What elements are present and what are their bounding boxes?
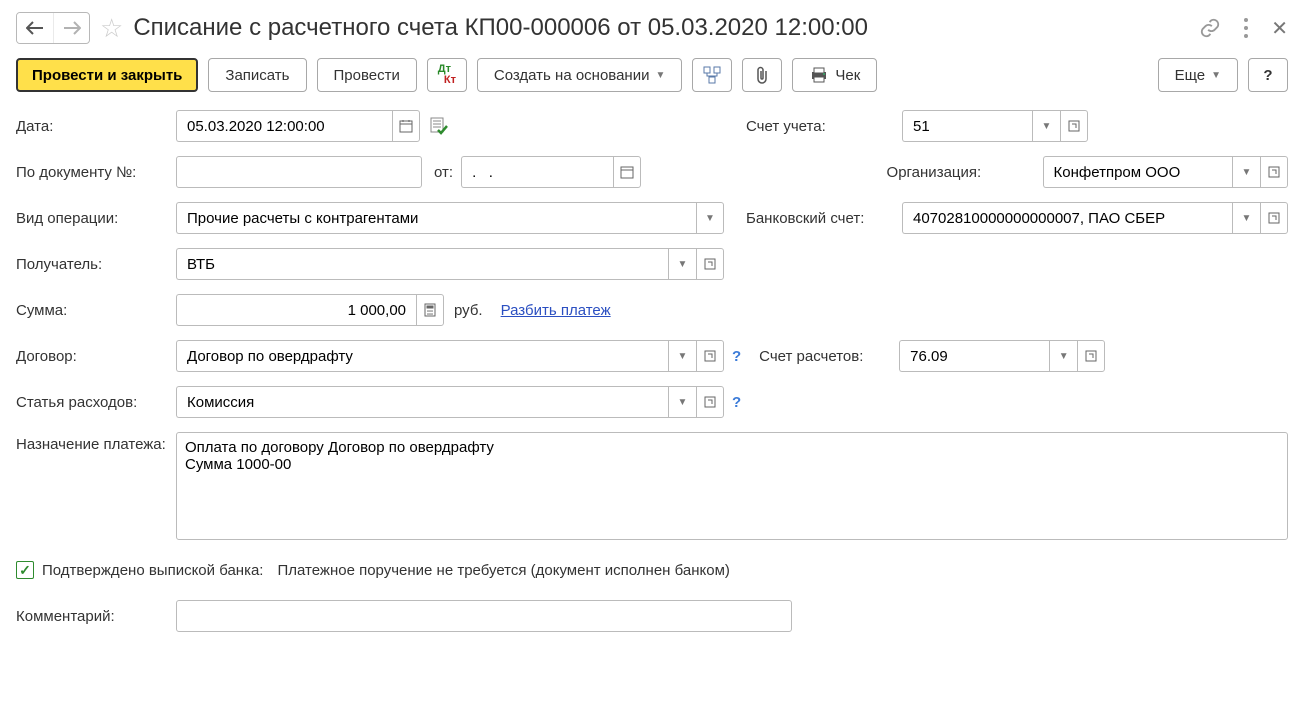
more-label: Еще: [1175, 67, 1206, 84]
chevron-down-icon: ▼: [655, 70, 665, 81]
nav-forward-button[interactable]: [53, 13, 89, 43]
from-input[interactable]: [470, 163, 605, 182]
account-field[interactable]: ▼: [902, 110, 1088, 142]
check-label: Чек: [835, 67, 860, 84]
docno-input[interactable]: [185, 163, 413, 182]
contract-field[interactable]: ▼: [176, 340, 724, 372]
dropdown-icon[interactable]: ▼: [668, 248, 696, 280]
optype-field[interactable]: ▼: [176, 202, 724, 234]
calculator-icon[interactable]: [416, 294, 444, 326]
amount-label: Сумма:: [16, 302, 176, 319]
help-button[interactable]: ?: [1248, 58, 1288, 92]
create-based-on-button[interactable]: Создать на основании ▼: [477, 58, 683, 92]
expense-field[interactable]: ▼: [176, 386, 724, 418]
page-title: Списание с расчетного счета КП00-000006 …: [133, 14, 1177, 42]
nav-buttons: [16, 12, 90, 44]
create-based-label: Создать на основании: [494, 67, 650, 84]
post-and-close-button[interactable]: Провести и закрыть: [16, 58, 198, 92]
open-icon[interactable]: [1060, 110, 1088, 142]
recipient-label: Получатель:: [16, 256, 176, 273]
link-icon[interactable]: [1199, 17, 1221, 39]
form: Дата: Счет учета: ▼ По документу №: от:: [16, 110, 1288, 632]
comment-field[interactable]: [176, 600, 792, 632]
expense-input[interactable]: [185, 393, 660, 412]
recipient-input[interactable]: [185, 255, 660, 274]
calendar-icon[interactable]: [613, 156, 641, 188]
comment-input[interactable]: [185, 607, 783, 626]
docno-label: По документу №:: [16, 164, 176, 181]
help-icon[interactable]: ?: [732, 394, 741, 411]
chevron-down-icon: ▼: [1211, 70, 1221, 81]
dropdown-icon[interactable]: ▼: [668, 340, 696, 372]
confirmed-note: Платежное поручение не требуется (докуме…: [277, 562, 729, 579]
attach-button[interactable]: [742, 58, 782, 92]
org-field[interactable]: ▼: [1043, 156, 1288, 188]
split-payment-link[interactable]: Разбить платеж: [501, 302, 611, 319]
org-label: Организация:: [887, 164, 1043, 181]
optype-input[interactable]: [185, 209, 688, 228]
dropdown-icon[interactable]: ▼: [1232, 156, 1260, 188]
favorite-star-icon[interactable]: ☆: [100, 13, 123, 44]
from-field[interactable]: [461, 156, 641, 188]
dtkt-button[interactable]: Дт Кт: [427, 58, 467, 92]
bankacc-input[interactable]: [911, 209, 1224, 228]
settleacc-input[interactable]: [908, 347, 1041, 366]
open-icon[interactable]: [696, 386, 724, 418]
help-icon[interactable]: ?: [732, 348, 741, 365]
open-icon[interactable]: [1260, 156, 1288, 188]
check-button[interactable]: Чек: [792, 58, 877, 92]
settleacc-label: Счет расчетов:: [759, 348, 899, 365]
close-button[interactable]: ✕: [1271, 16, 1288, 41]
open-icon[interactable]: [1260, 202, 1288, 234]
header: ☆ Списание с расчетного счета КП00-00000…: [16, 12, 1288, 44]
currency-label: руб.: [454, 302, 483, 319]
post-button[interactable]: Провести: [317, 58, 417, 92]
open-icon[interactable]: [696, 340, 724, 372]
checkbox-checked-icon[interactable]: ✓: [16, 561, 34, 579]
date-label: Дата:: [16, 118, 176, 135]
structure-button[interactable]: [692, 58, 732, 92]
more-button[interactable]: Еще ▼: [1158, 58, 1238, 92]
org-input[interactable]: [1052, 163, 1224, 182]
recipient-field[interactable]: ▼: [176, 248, 724, 280]
purpose-label: Назначение платежа:: [16, 432, 176, 453]
posted-ok-icon: [430, 117, 448, 135]
bankacc-field[interactable]: ▼: [902, 202, 1288, 234]
date-field[interactable]: [176, 110, 420, 142]
dropdown-icon[interactable]: ▼: [668, 386, 696, 418]
nav-back-button[interactable]: [17, 13, 53, 43]
calendar-icon[interactable]: [392, 110, 420, 142]
printer-icon: [809, 67, 829, 83]
expense-label: Статья расходов:: [16, 394, 176, 411]
optype-label: Вид операции:: [16, 210, 176, 227]
comment-label: Комментарий:: [16, 608, 176, 625]
account-input[interactable]: [911, 117, 1024, 136]
from-label: от:: [434, 164, 453, 181]
amount-field[interactable]: [176, 294, 444, 326]
save-button[interactable]: Записать: [208, 58, 306, 92]
kebab-menu-icon[interactable]: [1243, 17, 1249, 39]
settleacc-field[interactable]: ▼: [899, 340, 1105, 372]
purpose-textarea[interactable]: [176, 432, 1288, 540]
toolbar: Провести и закрыть Записать Провести Дт …: [16, 58, 1288, 92]
dropdown-icon[interactable]: ▼: [696, 202, 724, 234]
date-input[interactable]: [185, 117, 384, 136]
contract-label: Договор:: [16, 348, 176, 365]
account-label: Счет учета:: [746, 118, 902, 135]
dropdown-icon[interactable]: ▼: [1232, 202, 1260, 234]
dropdown-icon[interactable]: ▼: [1032, 110, 1060, 142]
open-icon[interactable]: [1077, 340, 1105, 372]
bankacc-label: Банковский счет:: [746, 210, 902, 227]
docno-field[interactable]: [176, 156, 422, 188]
amount-input[interactable]: [185, 301, 408, 320]
contract-input[interactable]: [185, 347, 660, 366]
dropdown-icon[interactable]: ▼: [1049, 340, 1077, 372]
confirmed-label: Подтверждено выпиской банка:: [42, 562, 263, 579]
open-icon[interactable]: [696, 248, 724, 280]
